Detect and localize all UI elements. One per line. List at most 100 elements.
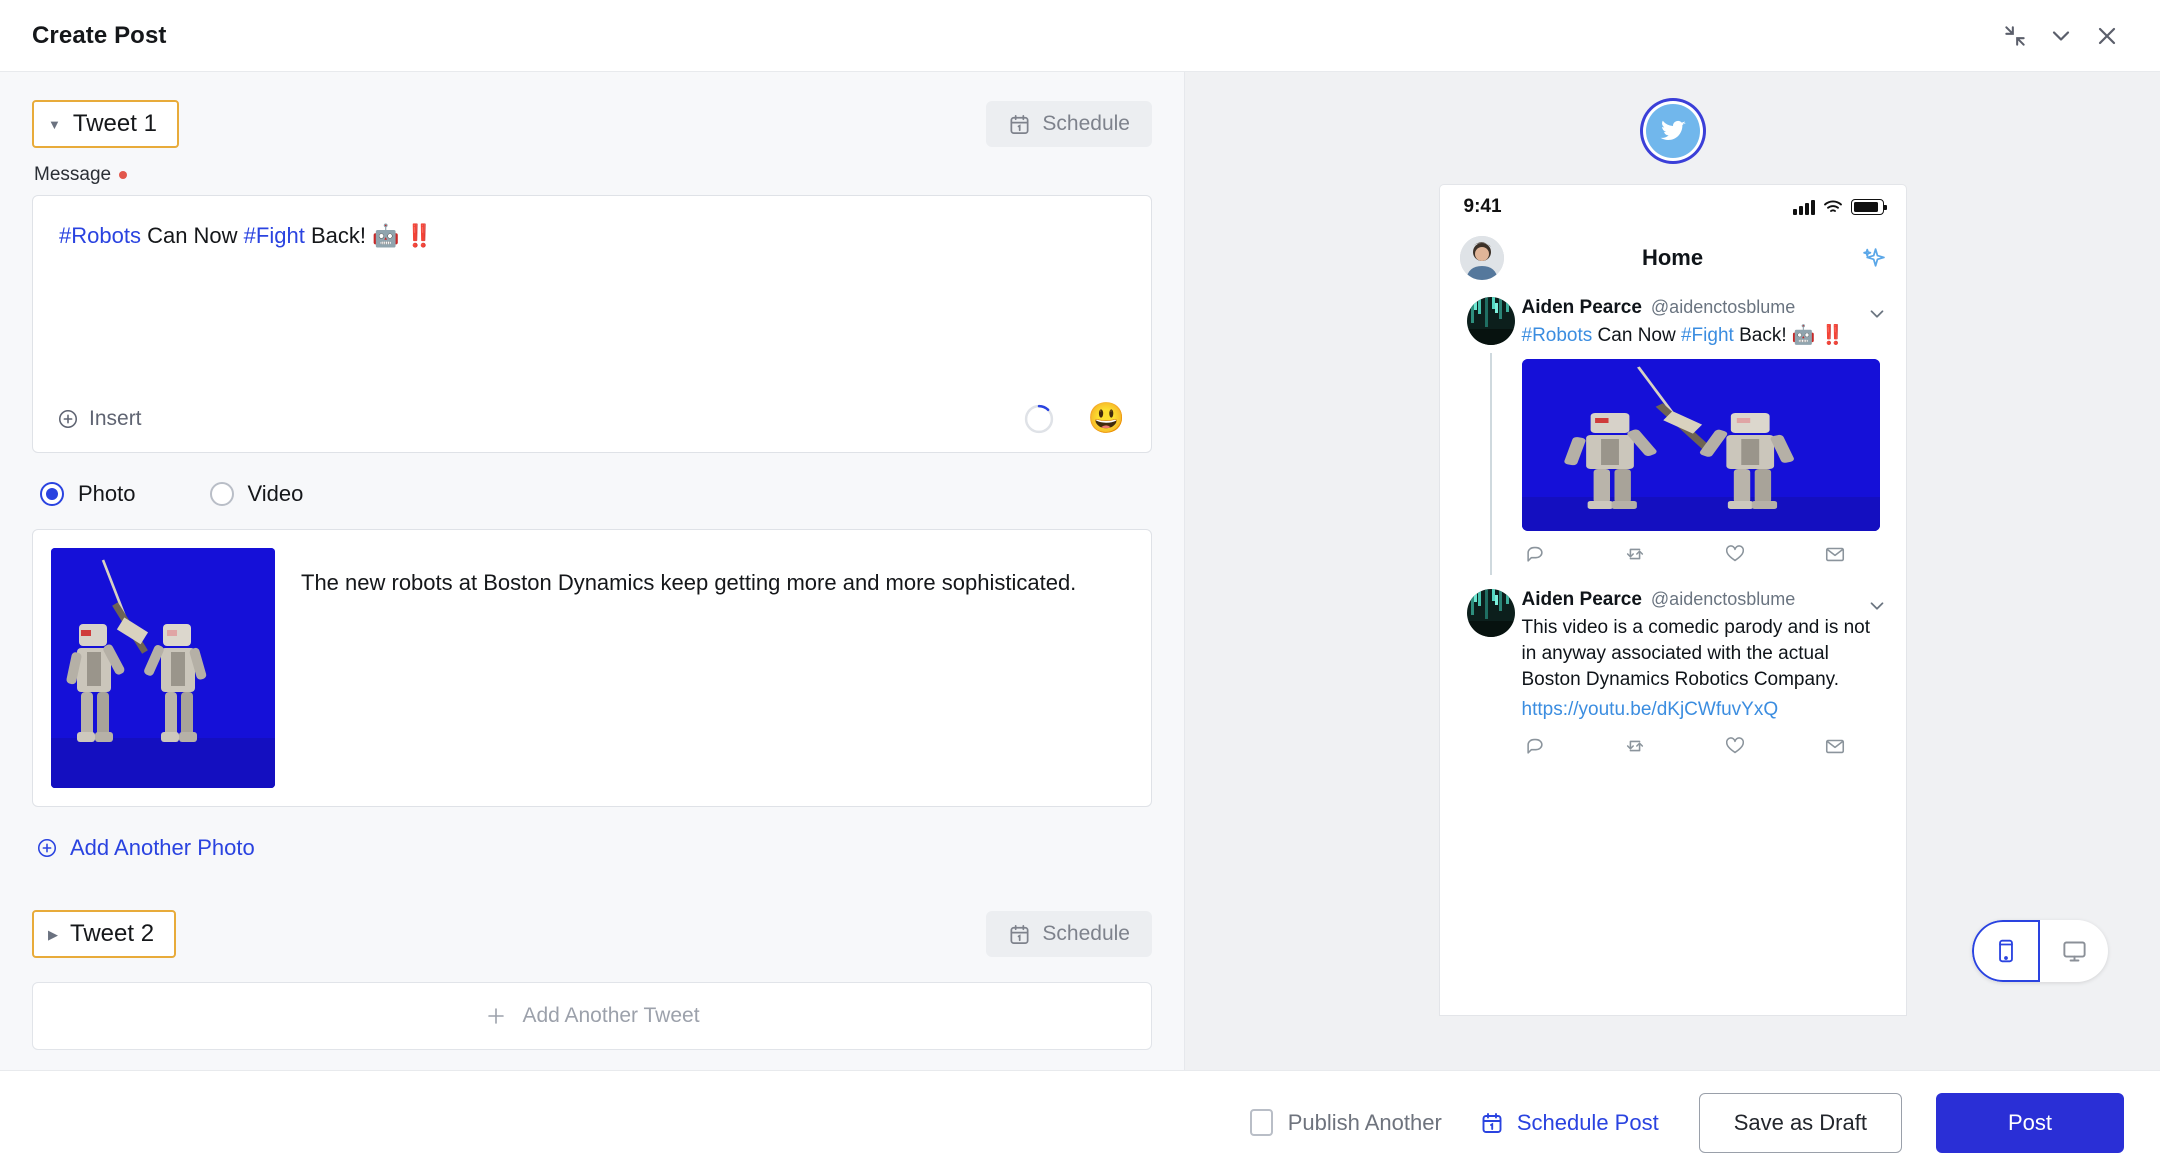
media-type-radio-group: Photo Video <box>40 481 1152 507</box>
plus-circle-icon <box>36 837 58 859</box>
hashtag-robots: #Robots <box>1521 325 1593 346</box>
message-input[interactable]: #Robots Can Now #Fight Back! 🤖 ‼️ <box>33 196 1151 386</box>
schedule-post-label: Schedule Post <box>1516 1109 1659 1135</box>
like-icon[interactable] <box>1724 735 1746 757</box>
battery-icon <box>1850 199 1887 215</box>
message-field-label: Message <box>34 164 1152 186</box>
tweet-1-schedule-button[interactable]: Schedule <box>986 101 1152 147</box>
tweet-link[interactable]: https://youtu.be/dKjCWfuvYxQ <box>1522 697 1880 723</box>
tweet-author-name: Aiden Pearce <box>1521 297 1642 318</box>
tweet-text-2: Back! 🤖 ‼️ <box>1733 325 1845 346</box>
save-as-draft-button[interactable]: Save as Draft <box>1698 1092 1902 1153</box>
photo-attachment-card: The new robots at Boston Dynamics keep g… <box>32 529 1152 807</box>
cellular-signal-icon <box>1793 199 1815 215</box>
tweet-text: This video is a comedic parody and is no… <box>1521 617 1871 691</box>
photo-caption: The new robots at Boston Dynamics keep g… <box>301 570 1077 595</box>
insert-label: Insert <box>89 407 142 430</box>
hashtag-robots: #Robots <box>59 223 141 248</box>
message-toolbar: Insert 😃 <box>33 386 1151 452</box>
phone-preview: 9:41 Home Aiden Pearce @aidenctosblume #… <box>1439 185 1906 1015</box>
reply-icon[interactable] <box>1524 543 1546 565</box>
tweet-author-row: Aiden Pearce @aidenctosblume <box>1522 297 1880 319</box>
tweet-body: Aiden Pearce @aidenctosblume #Robots Can… <box>1521 297 1886 575</box>
mobile-device-icon[interactable] <box>1972 920 2040 982</box>
status-icons <box>1793 199 1887 215</box>
calendar-icon <box>1008 113 1031 136</box>
tweet-actions <box>1522 723 1880 767</box>
plus-circle-icon <box>57 408 79 430</box>
tweet-2-header: ▶ Tweet 2 Schedule <box>32 908 1152 960</box>
tweet-2-toggle[interactable]: ▶ Tweet 2 <box>32 910 177 958</box>
message-label-text: Message <box>34 164 112 185</box>
tweet-media-image[interactable] <box>1521 359 1880 532</box>
status-time: 9:41 <box>1463 196 1502 217</box>
footer-action-bar: Publish Another Schedule Post Save as Dr… <box>0 1070 2160 1174</box>
preview-panel: 9:41 Home Aiden Pearce @aidenctosblume #… <box>1185 72 2160 1070</box>
photo-thumbnail[interactable] <box>51 548 275 788</box>
close-icon[interactable] <box>2084 13 2130 59</box>
emoji-picker-button[interactable]: 😃 <box>1088 404 1125 434</box>
window-titlebar: Create Post <box>0 0 2160 72</box>
network-selector <box>1645 104 1700 158</box>
tweet-actions <box>1522 531 1880 575</box>
chevron-down-icon[interactable] <box>1866 303 1888 325</box>
post-editor-panel: ▼ Tweet 1 Schedule Message #Robots Can N… <box>0 72 1185 1070</box>
retweet-icon[interactable] <box>1624 543 1646 565</box>
tweet-2-schedule-button[interactable]: Schedule <box>986 911 1152 957</box>
phone-status-bar: 9:41 <box>1440 185 1906 229</box>
tweet-avatar-column <box>1460 297 1522 576</box>
radio-photo-indicator <box>40 482 64 506</box>
tweet-1-schedule-label: Schedule <box>1042 112 1130 135</box>
chevron-down-icon[interactable] <box>1866 595 1888 617</box>
add-another-photo-label: Add Another Photo <box>70 835 255 860</box>
chevron-right-icon: ▶ <box>48 926 58 942</box>
tweet-1-toggle[interactable]: ▼ Tweet 1 <box>32 100 179 148</box>
avatar[interactable] <box>1459 236 1504 280</box>
insert-button[interactable]: Insert <box>57 407 142 431</box>
tweet-avatar-column <box>1460 589 1522 767</box>
add-another-tweet-label: Add Another Tweet <box>522 1004 700 1027</box>
hashtag-fight: #Fight <box>243 223 305 248</box>
plus-icon <box>484 1004 508 1028</box>
wifi-icon <box>1823 199 1843 215</box>
avatar[interactable] <box>1466 297 1515 345</box>
message-text-2: Back! 🤖 ‼️ <box>304 223 433 248</box>
like-icon[interactable] <box>1724 543 1746 565</box>
collapse-icon[interactable] <box>1992 13 2038 59</box>
message-textarea-container[interactable]: #Robots Can Now #Fight Back! 🤖 ‼️ Insert <box>32 195 1152 453</box>
twitter-icon[interactable] <box>1645 104 1700 158</box>
radio-video-indicator <box>209 482 234 506</box>
chevron-down-icon[interactable] <box>2038 13 2084 59</box>
retweet-icon[interactable] <box>1624 735 1646 757</box>
publish-another-checkbox[interactable]: Publish Another <box>1249 1109 1442 1136</box>
tweet-1-label: Tweet 1 <box>72 110 157 137</box>
post-button[interactable]: Post <box>1935 1092 2124 1153</box>
radio-video[interactable]: Video <box>209 481 304 507</box>
character-counter-ring <box>1024 404 1054 434</box>
tweet-author-name: Aiden Pearce <box>1521 589 1642 611</box>
page-title: Create Post <box>32 21 167 49</box>
message-icon[interactable] <box>1824 543 1846 565</box>
add-another-tweet-button[interactable]: Add Another Tweet <box>32 982 1152 1050</box>
desktop-device-icon[interactable] <box>2040 920 2108 982</box>
publish-another-label: Publish Another <box>1287 1109 1442 1135</box>
phone-header: Home <box>1440 229 1906 287</box>
radio-photo-label: Photo <box>78 481 136 506</box>
sparkle-icon[interactable] <box>1861 246 1886 271</box>
required-dot-icon <box>119 171 128 179</box>
message-icon[interactable] <box>1824 735 1846 757</box>
radio-video-label: Video <box>247 481 304 506</box>
tweet-author-handle: @aidenctosblume <box>1650 297 1796 317</box>
schedule-post-button[interactable]: Schedule Post <box>1480 1110 1659 1136</box>
tweet-2-schedule-label: Schedule <box>1042 922 1130 945</box>
tweet-author-row: Aiden Pearce @aidenctosblume <box>1522 589 1880 611</box>
create-post-window: Create Post ▼ Tweet 1 Schedule Message #… <box>0 0 2160 1174</box>
reply-icon[interactable] <box>1524 735 1546 757</box>
radio-photo[interactable]: Photo <box>40 481 136 507</box>
tweet-1-header: ▼ Tweet 1 Schedule <box>32 98 1152 150</box>
add-another-photo-button[interactable]: Add Another Photo <box>36 835 255 861</box>
message-text-1: Can Now <box>140 223 244 248</box>
avatar[interactable] <box>1466 589 1515 638</box>
phone-header-title: Home <box>1641 245 1704 270</box>
chevron-down-icon: ▼ <box>48 116 61 132</box>
